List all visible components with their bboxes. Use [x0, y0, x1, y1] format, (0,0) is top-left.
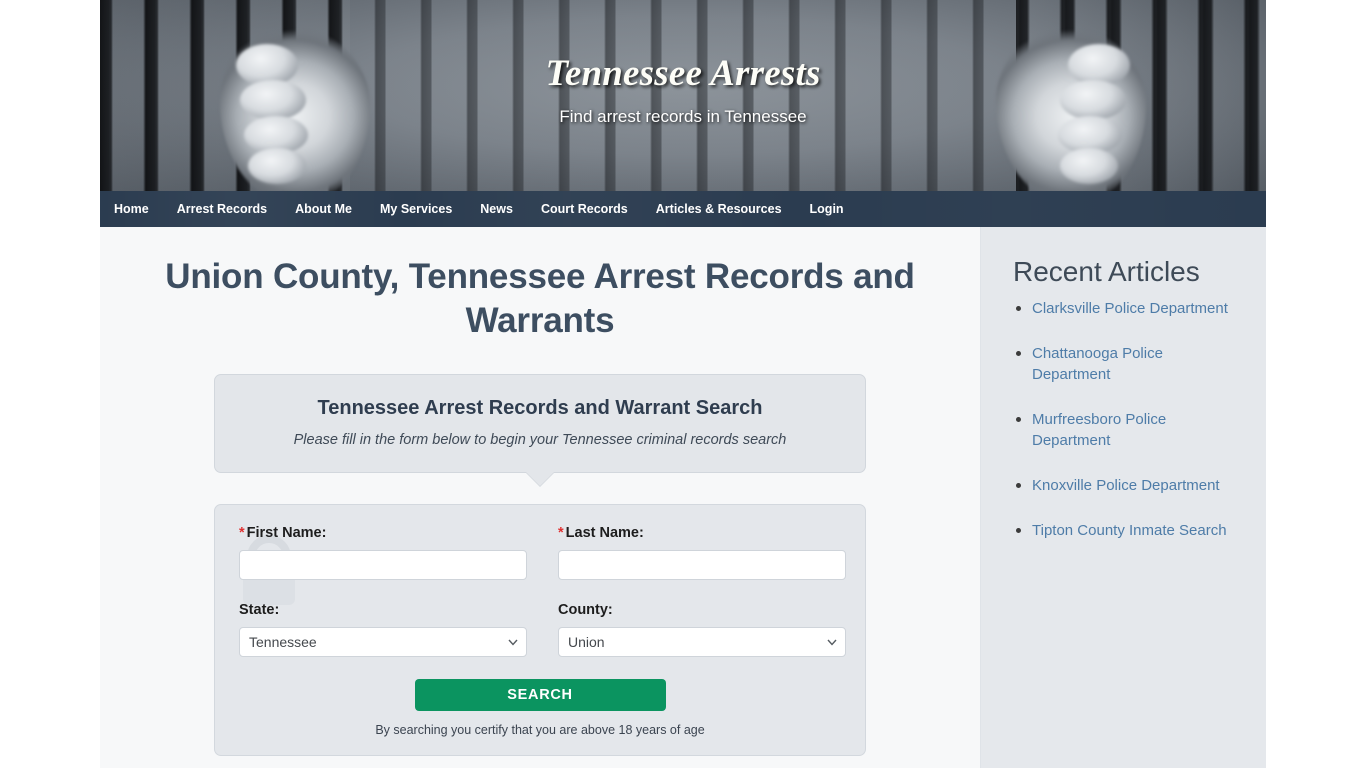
search-form-panel: * First Name: * Last Name: State: Tennes… [214, 504, 866, 756]
sidebar-title: Recent Articles [1013, 256, 1200, 287]
county-label: County: [558, 602, 613, 618]
first-name-label-text: First Name: [246, 525, 327, 541]
nav-item-login[interactable]: Login [796, 191, 858, 227]
last-name-label: * Last Name: [558, 525, 846, 541]
article-link-knoxville-police-department[interactable]: Knoxville Police Department [1032, 477, 1220, 494]
site-tagline: Find arrest records in Tennessee [559, 107, 807, 126]
article-link-tipton-county-inmate-search[interactable]: Tipton County Inmate Search [1032, 522, 1227, 539]
page-root: Tennessee Arrests Find arrest records in… [0, 0, 1366, 768]
first-name-label: * First Name: [239, 525, 527, 541]
last-name-field-group: * Last Name: [558, 525, 846, 580]
search-callout-title: Tennessee Arrest Records and Warrant Sea… [317, 397, 763, 419]
state-select-wrapper [239, 627, 527, 657]
list-item: Chattanooga Police Department [1013, 343, 1244, 385]
nav-item-articles-resources[interactable]: Articles & Resources [642, 191, 796, 227]
article-link-murfreesboro-police-department[interactable]: Murfreesboro Police Department [1032, 411, 1166, 449]
search-callout-wrapper: Tennessee Arrest Records and Warrant Sea… [214, 374, 866, 486]
search-button[interactable]: SEARCH [414, 679, 666, 711]
search-button-wrapper: SEARCH [239, 679, 841, 711]
nav-item-about-me[interactable]: About Me [281, 191, 366, 227]
first-name-field-group: * First Name: [239, 525, 527, 580]
main-content: Union County, Tennessee Arrest Records a… [100, 227, 980, 768]
main-navigation: Home Arrest Records About Me My Services… [100, 191, 1266, 227]
search-callout: Tennessee Arrest Records and Warrant Sea… [214, 374, 866, 486]
page-title: Union County, Tennessee Arrest Records a… [165, 257, 915, 340]
search-callout-subtitle: Please fill in the form below to begin y… [293, 432, 787, 448]
banner-text-block: Tennessee Arrests Find arrest records in… [100, 52, 1266, 128]
list-item: Murfreesboro Police Department [1013, 409, 1244, 451]
body-wrapper: Union County, Tennessee Arrest Records a… [100, 227, 1266, 768]
form-row-spacer [239, 580, 841, 602]
state-field-group: State: [239, 602, 527, 657]
required-asterisk-last-name: * [558, 525, 564, 541]
nav-item-home[interactable]: Home [100, 191, 163, 227]
article-link-chattanooga-police-department[interactable]: Chattanooga Police Department [1032, 345, 1163, 383]
site-title: Tennessee Arrests [545, 53, 821, 94]
article-link-clarksville-police-department[interactable]: Clarksville Police Department [1032, 300, 1228, 317]
county-field-group: County: [558, 602, 846, 657]
list-item: Clarksville Police Department [1013, 298, 1244, 319]
nav-item-arrest-records[interactable]: Arrest Records [163, 191, 281, 227]
certify-age-text: By searching you certify that you are ab… [375, 723, 705, 737]
first-name-input[interactable] [239, 550, 527, 580]
state-select[interactable] [239, 627, 527, 657]
county-select[interactable] [558, 627, 846, 657]
last-name-input[interactable] [558, 550, 846, 580]
sidebar: Recent Articles Clarksville Police Depar… [980, 227, 1266, 768]
callout-arrow-icon [525, 471, 555, 486]
nav-item-my-services[interactable]: My Services [366, 191, 466, 227]
location-fields-row: State: County: [239, 602, 846, 657]
nav-item-news[interactable]: News [466, 191, 527, 227]
site-container: Tennessee Arrests Find arrest records in… [100, 0, 1266, 768]
list-item: Knoxville Police Department [1013, 475, 1244, 496]
name-fields-row: * First Name: * Last Name: [239, 525, 846, 580]
nav-item-court-records[interactable]: Court Records [527, 191, 642, 227]
list-item: Tipton County Inmate Search [1013, 520, 1244, 541]
recent-articles-list: Clarksville Police Department Chattanoog… [1013, 298, 1244, 541]
state-label: State: [239, 602, 280, 618]
last-name-label-text: Last Name: [565, 525, 644, 541]
required-asterisk-first-name: * [239, 525, 245, 541]
county-select-wrapper [558, 627, 846, 657]
site-banner: Tennessee Arrests Find arrest records in… [100, 0, 1266, 191]
